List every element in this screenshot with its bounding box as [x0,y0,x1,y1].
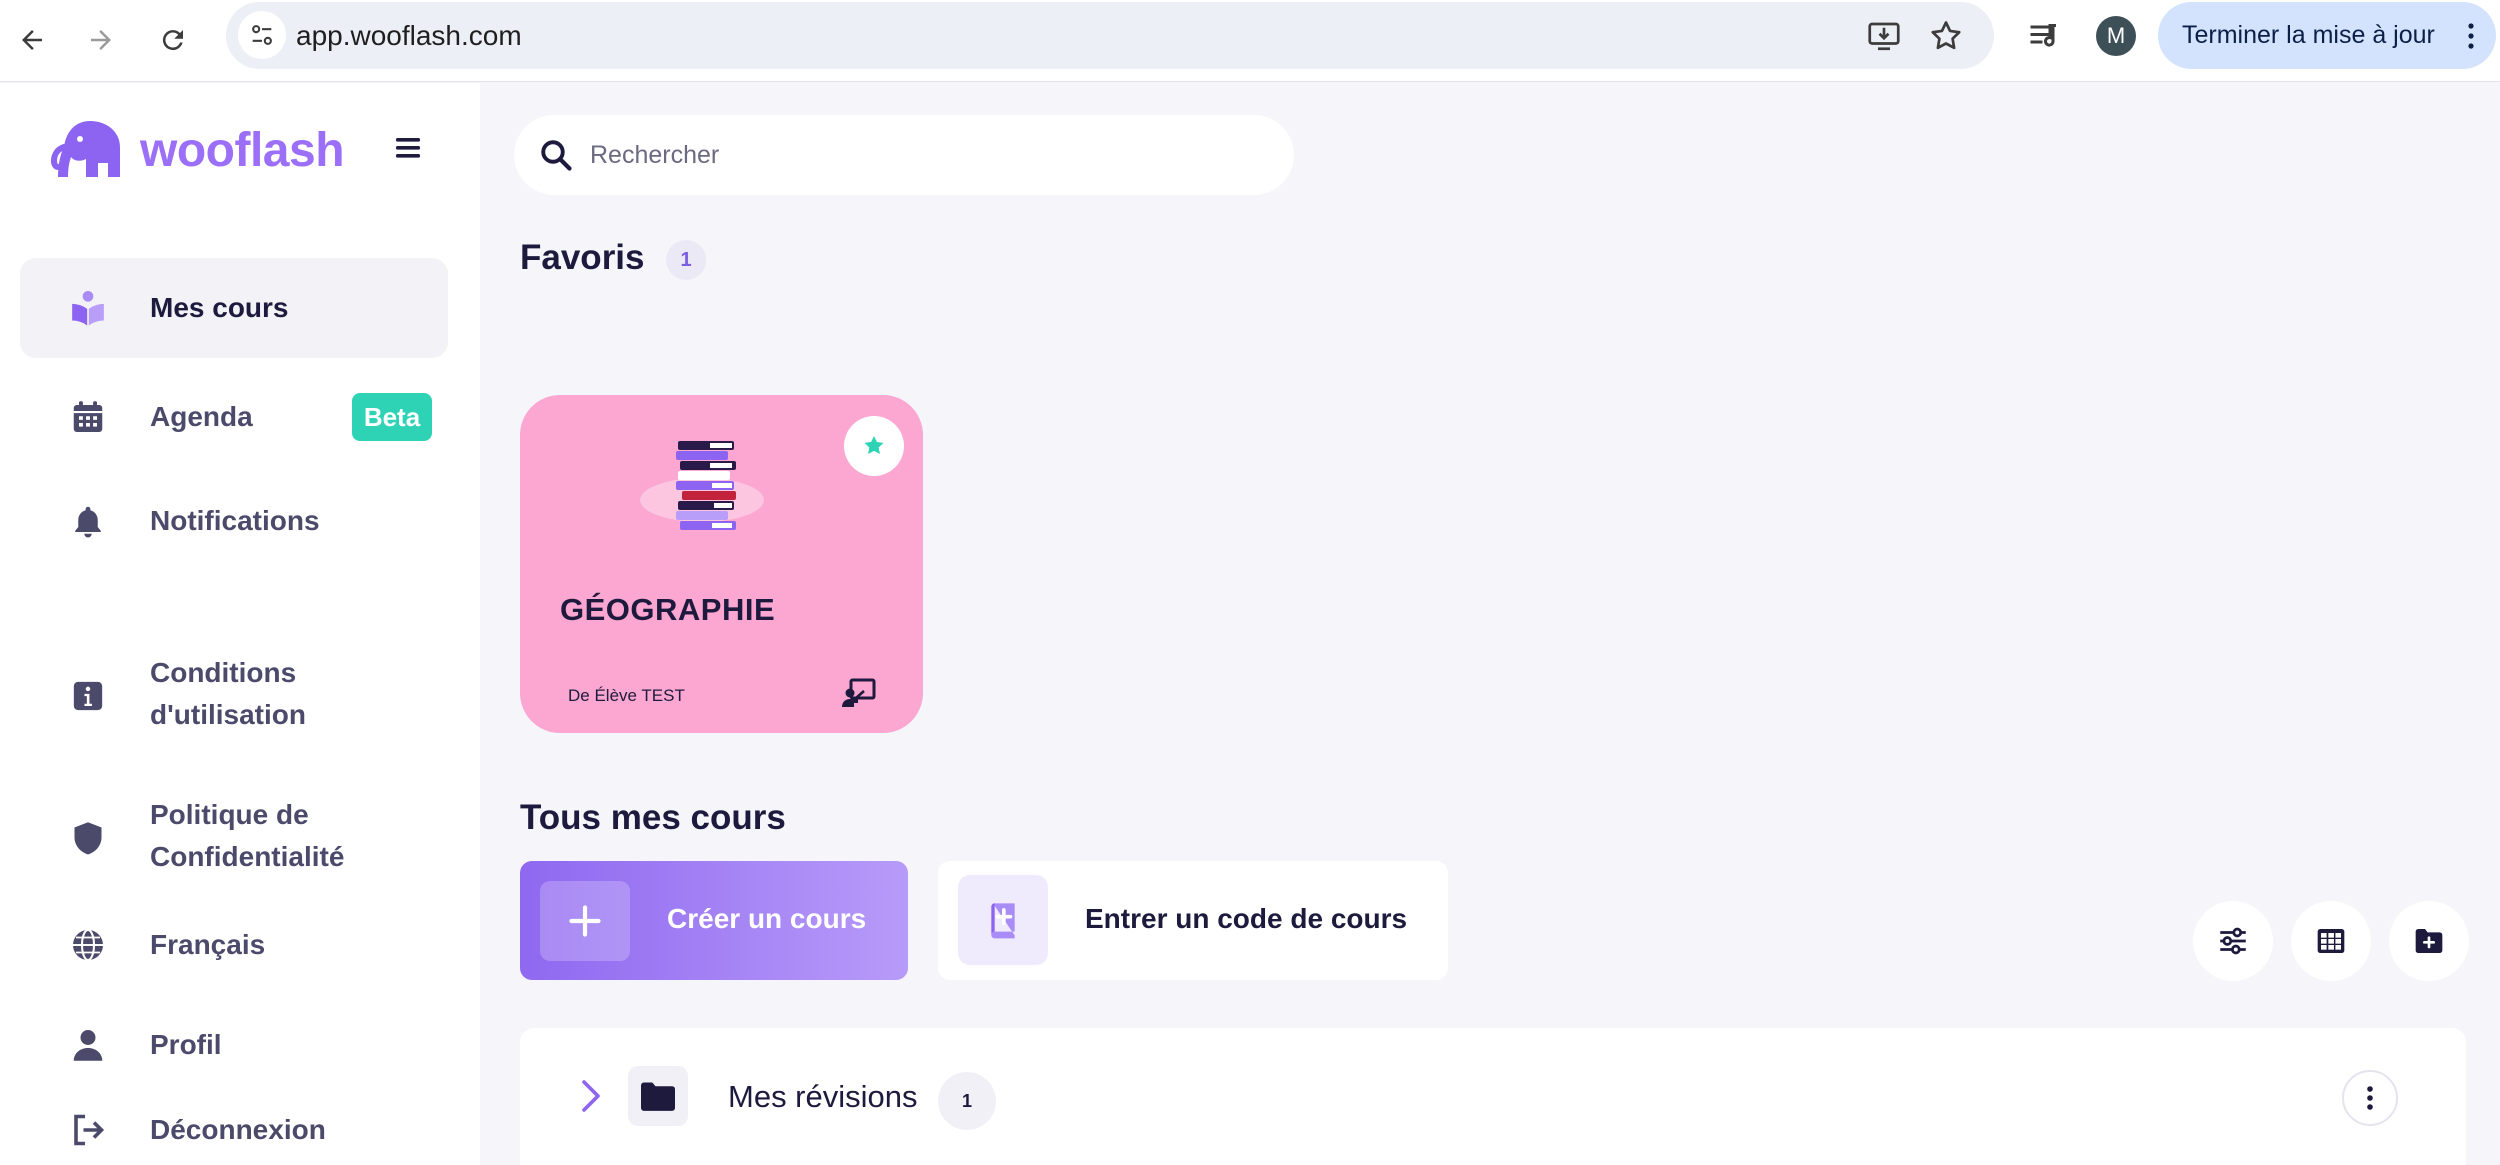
sidebar-item-conditions[interactable]: Conditions d'utilisation [20,638,448,753]
search-icon [541,140,572,171]
book-plus-icon [991,903,1015,939]
sidebar-item-label: Déconnexion [150,1114,326,1145]
book-plus-icon-box [958,875,1048,965]
plus-icon-box [540,881,630,961]
course-title: GÉOGRAPHIE [560,592,776,627]
media-queue-icon[interactable] [2026,18,2062,54]
favorites-title: Favoris [520,238,645,277]
grid-view-button[interactable] [2291,901,2371,981]
profile-avatar[interactable]: M [2096,16,2136,56]
grid-view-icon [2317,929,2345,953]
shield-icon [68,818,108,858]
sidebar-item-notifications[interactable]: Notifications [20,471,448,571]
sidebar-item-label: Agenda [150,401,253,432]
folder-icon-box [628,1066,688,1126]
url-text[interactable]: app.wooflash.com [296,20,522,52]
forward-arrow-icon [91,30,111,50]
filter-sliders-icon [2220,927,2246,955]
sidebar-item-label-line2: Confidentialité [150,841,345,872]
update-browser-button[interactable]: Terminer la mise à jour [2158,2,2496,69]
sidebar-item-label: Français [150,929,266,960]
sidebar-item-mes-cours[interactable]: Mes cours [20,258,448,358]
info-icon [68,676,108,716]
sidebar-item-language[interactable]: Français [20,895,448,995]
more-vert-icon [2367,1086,2373,1110]
hamburger-menu-icon[interactable] [394,135,424,161]
create-course-label: Créer un cours [667,903,867,934]
enter-course-code-label: Entrer un code de cours [1085,903,1408,934]
course-card-geographie[interactable]: GÉOGRAPHIE De Élève TEST [520,395,923,733]
more-vert-icon [2468,23,2474,49]
plus-icon [569,905,601,937]
reload-button[interactable] [150,17,196,63]
brand-name: wooflash [140,123,345,177]
address-bar[interactable]: app.wooflash.com [226,2,1994,69]
browser-toolbar: app.wooflash.com M Terminer la mise à jo… [0,0,2500,82]
new-folder-button[interactable] [2389,901,2469,981]
beta-badge: Beta [352,393,432,441]
back-button[interactable] [9,17,55,63]
sidebar: wooflash Mes cours Agenda Beta Notificat… [0,83,480,1165]
sidebar-item-label: Profil [150,1029,222,1060]
sidebar-item-politique[interactable]: Politique de Confidentialité [20,780,448,895]
search-input[interactable] [590,133,1270,177]
new-folder-icon [2415,929,2443,953]
logout-icon [68,1110,108,1150]
all-courses-title: Tous mes cours [520,798,786,837]
update-browser-label: Terminer la mise à jour [2182,21,2435,49]
course-author: De Élève TEST [568,686,685,705]
favorites-count-badge: 1 [666,240,706,280]
folder-options-button[interactable] [2342,1070,2398,1126]
site-info-button[interactable] [238,11,286,59]
sidebar-item-deconnexion[interactable]: Déconnexion [20,1095,448,1165]
folder-icon [641,1082,675,1111]
favorite-toggle-button[interactable] [844,416,904,476]
calendar-icon [68,397,108,437]
search-bar[interactable] [514,115,1294,195]
user-icon [68,1025,108,1065]
sidebar-item-label-line2: d'utilisation [150,699,306,730]
elephant-logo-icon [50,121,120,177]
sidebar-item-label: Notifications [150,505,320,536]
enter-course-code-button[interactable]: Entrer un code de cours [938,861,1448,980]
wooflash-logo[interactable]: wooflash [50,119,345,181]
books-stack-illustration [640,441,764,530]
reload-icon [162,30,183,51]
filter-button[interactable] [2193,901,2273,981]
sidebar-item-label: Mes cours [150,292,289,323]
bell-icon [68,501,108,541]
sidebar-item-agenda[interactable]: Agenda Beta [20,367,448,467]
folder-label: Mes révisions [728,1079,918,1114]
book-reader-icon [68,288,108,328]
forward-button[interactable] [78,17,124,63]
sidebar-item-profil[interactable]: Profil [20,995,448,1095]
folder-row-mes-revisions[interactable]: Mes révisions 1 [520,1028,2466,1165]
sidebar-item-label-line1: Conditions [150,657,297,688]
star-icon [864,436,884,454]
chevron-right-icon[interactable] [576,1076,604,1116]
folder-count-badge: 1 [938,1072,996,1130]
bookmark-star-icon[interactable] [1928,18,1964,54]
teacher-board-icon [842,678,876,707]
back-arrow-icon [22,30,42,50]
site-info-icon [252,25,272,45]
install-app-icon[interactable] [1866,18,1902,54]
sidebar-item-label-line1: Politique de [150,799,309,830]
globe-icon [68,925,108,965]
create-course-button[interactable]: Créer un cours [520,861,908,980]
